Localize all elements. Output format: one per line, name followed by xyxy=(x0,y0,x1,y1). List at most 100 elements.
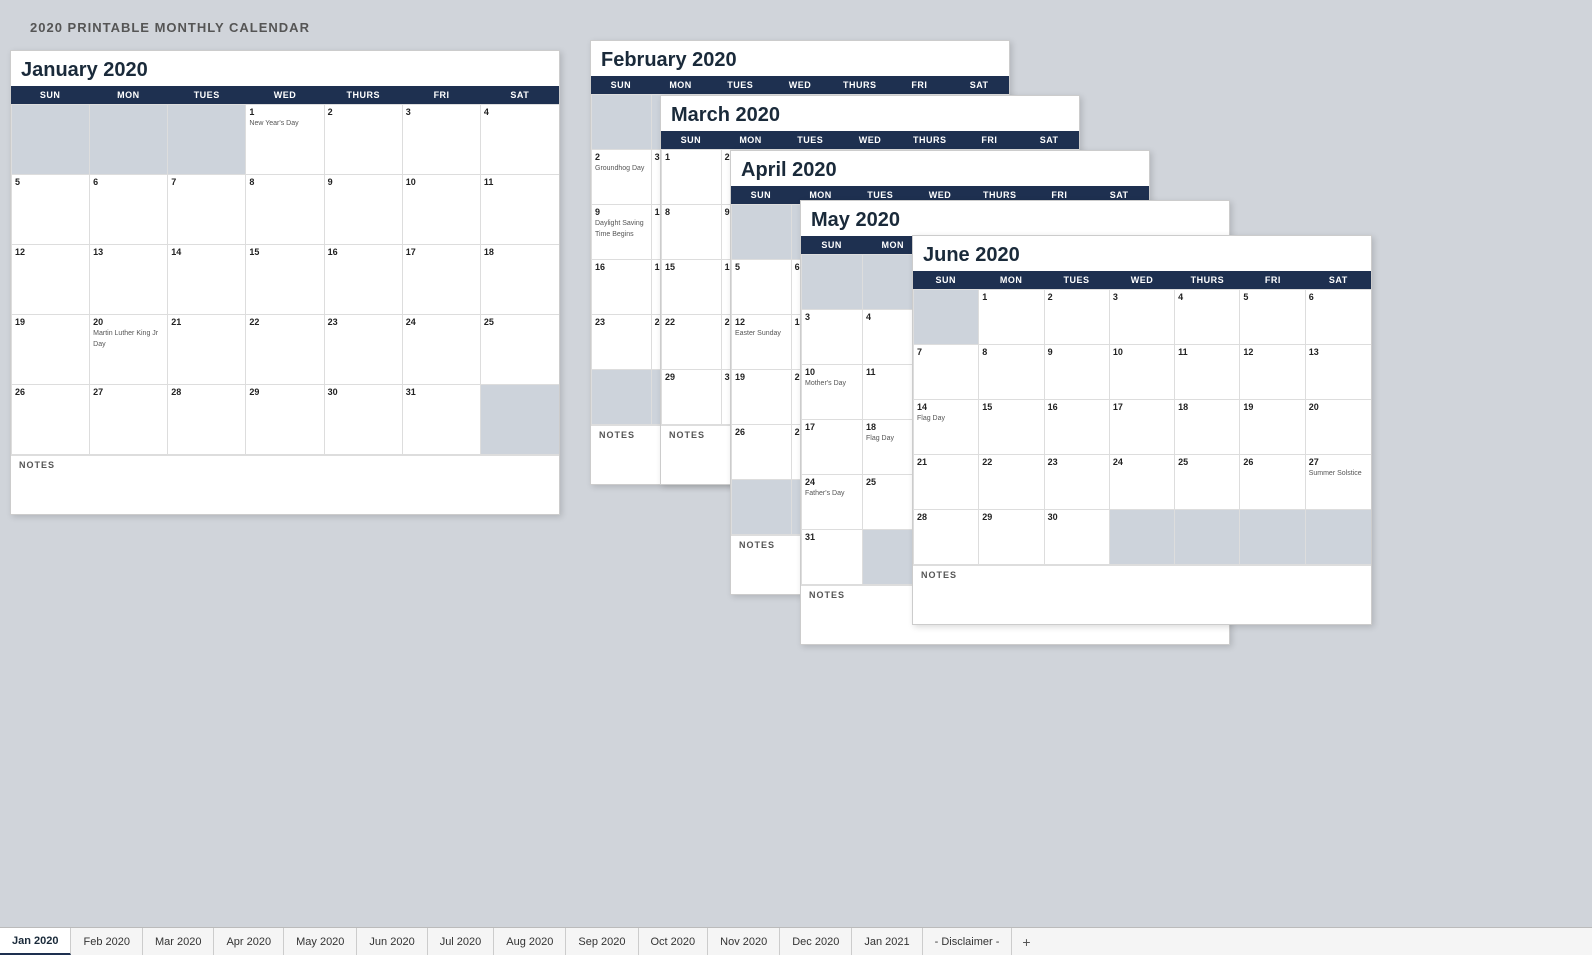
table-row: 30 xyxy=(1045,510,1110,565)
table-row: 3 xyxy=(802,310,863,365)
table-row xyxy=(168,105,246,175)
table-row: 23 xyxy=(325,315,403,385)
table-row: 12 xyxy=(12,245,90,315)
table-row: 2 xyxy=(325,105,403,175)
table-row: 7 xyxy=(914,345,979,400)
tab-nov-2020[interactable]: Nov 2020 xyxy=(708,928,780,955)
table-row: 20 xyxy=(1306,400,1371,455)
table-row: 28 xyxy=(168,385,246,455)
calendar-june: June 2020 SUN MON TUES WED THURS FRI SAT… xyxy=(912,235,1372,625)
table-row: 9Daylight Saving Time Begins xyxy=(592,205,652,260)
page-title: 2020 PRINTABLE MONTHLY CALENDAR xyxy=(30,20,1562,35)
table-row: 16 xyxy=(1045,400,1110,455)
table-row: 12Easter Sunday xyxy=(732,315,792,370)
main-content: 2020 PRINTABLE MONTHLY CALENDAR January … xyxy=(0,0,1592,927)
table-row: 10Mother's Day xyxy=(802,365,863,420)
table-row: 12 xyxy=(1240,345,1305,400)
table-row xyxy=(1110,510,1175,565)
table-row: 25 xyxy=(481,315,559,385)
june-grid: 1 2 3 4 5 6 7 8 9 10 11 12 13 14Flag Day… xyxy=(914,290,1371,565)
table-row: 29 xyxy=(979,510,1044,565)
table-row: 16 xyxy=(325,245,403,315)
table-row: 8 xyxy=(662,205,722,260)
tab-dec-2020[interactable]: Dec 2020 xyxy=(780,928,852,955)
table-row xyxy=(1240,510,1305,565)
table-row: 5 xyxy=(12,175,90,245)
table-row: 10 xyxy=(403,175,481,245)
table-row: 23 xyxy=(592,315,652,370)
march-title: March 2020 xyxy=(661,96,1079,131)
tab-oct-2020[interactable]: Oct 2020 xyxy=(639,928,709,955)
table-row: 13 xyxy=(90,245,168,315)
table-row: 16 xyxy=(592,260,652,315)
table-row: 3 xyxy=(403,105,481,175)
tab-jul-2020[interactable]: Jul 2020 xyxy=(428,928,495,955)
header-tue: TUES xyxy=(168,86,246,104)
header-sat: SAT xyxy=(481,86,559,104)
table-row: 14Flag Day xyxy=(914,400,979,455)
table-row: 18 xyxy=(481,245,559,315)
january-grid: 1New Year's Day 2 3 4 5 6 7 8 9 10 11 12… xyxy=(12,105,559,455)
table-row xyxy=(481,385,559,455)
tab-may-2020[interactable]: May 2020 xyxy=(284,928,357,955)
table-row xyxy=(1175,510,1240,565)
table-row: 5 xyxy=(732,260,792,315)
tab-feb-2020[interactable]: Feb 2020 xyxy=(71,928,142,955)
table-row: 29 xyxy=(246,385,324,455)
table-row: 25 xyxy=(1175,455,1240,510)
table-row: 22 xyxy=(246,315,324,385)
table-row: 24 xyxy=(403,315,481,385)
table-row: 7 xyxy=(168,175,246,245)
table-row: 17 xyxy=(403,245,481,315)
tab-disclaimer[interactable]: - Disclaimer - xyxy=(923,928,1013,955)
calendar-january: January 2020 SUN MON TUES WED THURS FRI … xyxy=(10,50,560,515)
table-row: 29 xyxy=(662,370,722,425)
table-row: 2Groundhog Day xyxy=(592,150,652,205)
table-row: 23 xyxy=(1045,455,1110,510)
table-row: 11 xyxy=(481,175,559,245)
header-mon: MON xyxy=(89,86,167,104)
table-row xyxy=(914,290,979,345)
table-row: 4 xyxy=(481,105,559,175)
table-row: 17 xyxy=(1110,400,1175,455)
notes-lines xyxy=(913,584,1371,624)
notes-label: NOTES xyxy=(913,565,1371,584)
table-row: 19 xyxy=(1240,400,1305,455)
table-row: 27Summer Solstice xyxy=(1306,455,1371,510)
table-row xyxy=(592,95,652,150)
table-row xyxy=(732,205,792,260)
table-row: 15 xyxy=(979,400,1044,455)
tab-jan-2021[interactable]: Jan 2021 xyxy=(852,928,922,955)
table-row: 31 xyxy=(802,530,863,585)
table-row: 6 xyxy=(1306,290,1371,345)
table-row: 24Father's Day xyxy=(802,475,863,530)
table-row: 22 xyxy=(662,315,722,370)
table-row: 1 xyxy=(979,290,1044,345)
january-header: SUN MON TUES WED THURS FRI SAT xyxy=(11,86,559,104)
tab-sep-2020[interactable]: Sep 2020 xyxy=(566,928,638,955)
table-row xyxy=(12,105,90,175)
tab-jan-2020[interactable]: Jan 2020 xyxy=(0,928,71,955)
tab-jun-2020[interactable]: Jun 2020 xyxy=(357,928,427,955)
tab-aug-2020[interactable]: Aug 2020 xyxy=(494,928,566,955)
may-title: May 2020 xyxy=(801,201,1229,236)
table-row: 31 xyxy=(403,385,481,455)
tab-bar: Jan 2020 Feb 2020 Mar 2020 Apr 2020 May … xyxy=(0,927,1592,955)
february-header: SUN MON TUES WED THURS FRI SAT xyxy=(591,76,1009,94)
table-row: 3 xyxy=(1110,290,1175,345)
table-row xyxy=(90,105,168,175)
june-title: June 2020 xyxy=(913,236,1371,271)
table-row: 11 xyxy=(1175,345,1240,400)
table-row: 24 xyxy=(1110,455,1175,510)
tab-add-button[interactable]: + xyxy=(1012,928,1040,955)
tab-mar-2020[interactable]: Mar 2020 xyxy=(143,928,214,955)
february-title: February 2020 xyxy=(591,41,1009,76)
tab-apr-2020[interactable]: Apr 2020 xyxy=(214,928,284,955)
table-row: 28 xyxy=(914,510,979,565)
table-row xyxy=(592,370,652,425)
header-thu: THURS xyxy=(324,86,402,104)
april-title: April 2020 xyxy=(731,151,1149,186)
table-row: 4 xyxy=(1175,290,1240,345)
table-row: 19 xyxy=(12,315,90,385)
table-row xyxy=(732,480,792,535)
